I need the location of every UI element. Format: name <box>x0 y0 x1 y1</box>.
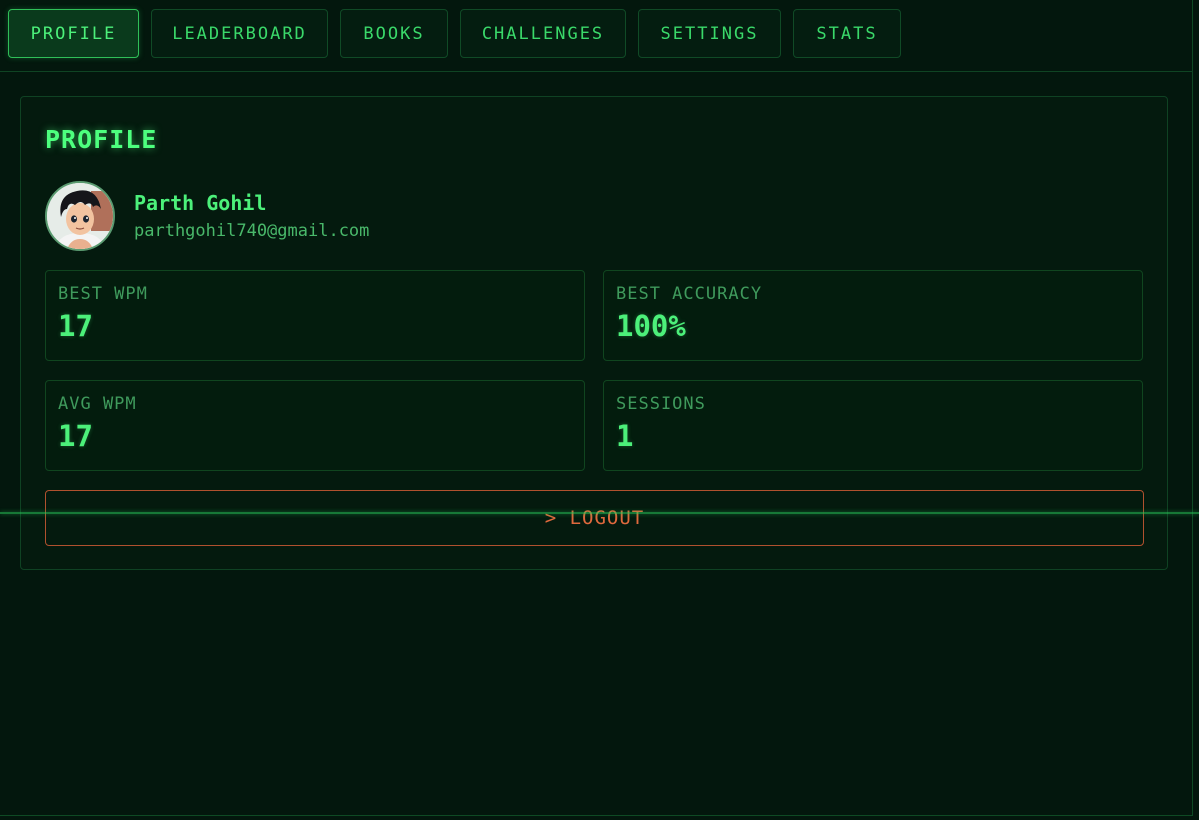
stat-label: BEST ACCURACY <box>616 284 763 304</box>
tab-stats[interactable]: STATS <box>793 9 901 58</box>
tab-bar: PROFILE LEADERBOARD BOOKS CHALLENGES SET… <box>0 0 1193 72</box>
tab-challenges[interactable]: CHALLENGES <box>460 9 626 58</box>
stat-value: 1 <box>616 419 634 453</box>
user-email: parthgohil740@gmail.com <box>134 221 370 241</box>
stat-value: 17 <box>58 419 93 453</box>
tab-leaderboard[interactable]: LEADERBOARD <box>151 9 328 58</box>
logout-button[interactable]: > LOGOUT <box>45 490 1144 546</box>
tab-books[interactable]: BOOKS <box>340 9 448 58</box>
stat-best-accuracy: BEST ACCURACY 100% <box>603 270 1143 361</box>
stat-avg-wpm: AVG WPM 17 <box>45 380 585 471</box>
stat-best-wpm: BEST WPM 17 <box>45 270 585 361</box>
stat-value: 17 <box>58 309 93 343</box>
stat-sessions: SESSIONS 1 <box>603 380 1143 471</box>
stat-value: 100% <box>616 309 686 343</box>
stat-label: SESSIONS <box>616 394 706 414</box>
user-name: Parth Gohil <box>134 191 267 215</box>
profile-card: PROFILE Parth Gohil parthgohil740@gmail.… <box>20 96 1168 570</box>
stat-label: AVG WPM <box>58 394 137 414</box>
tab-settings[interactable]: SETTINGS <box>638 9 781 58</box>
stat-label: BEST WPM <box>58 284 148 304</box>
page-title: PROFILE <box>45 125 158 154</box>
tab-profile[interactable]: PROFILE <box>8 9 139 58</box>
user-avatar-icon <box>47 183 113 249</box>
avatar <box>45 181 115 251</box>
